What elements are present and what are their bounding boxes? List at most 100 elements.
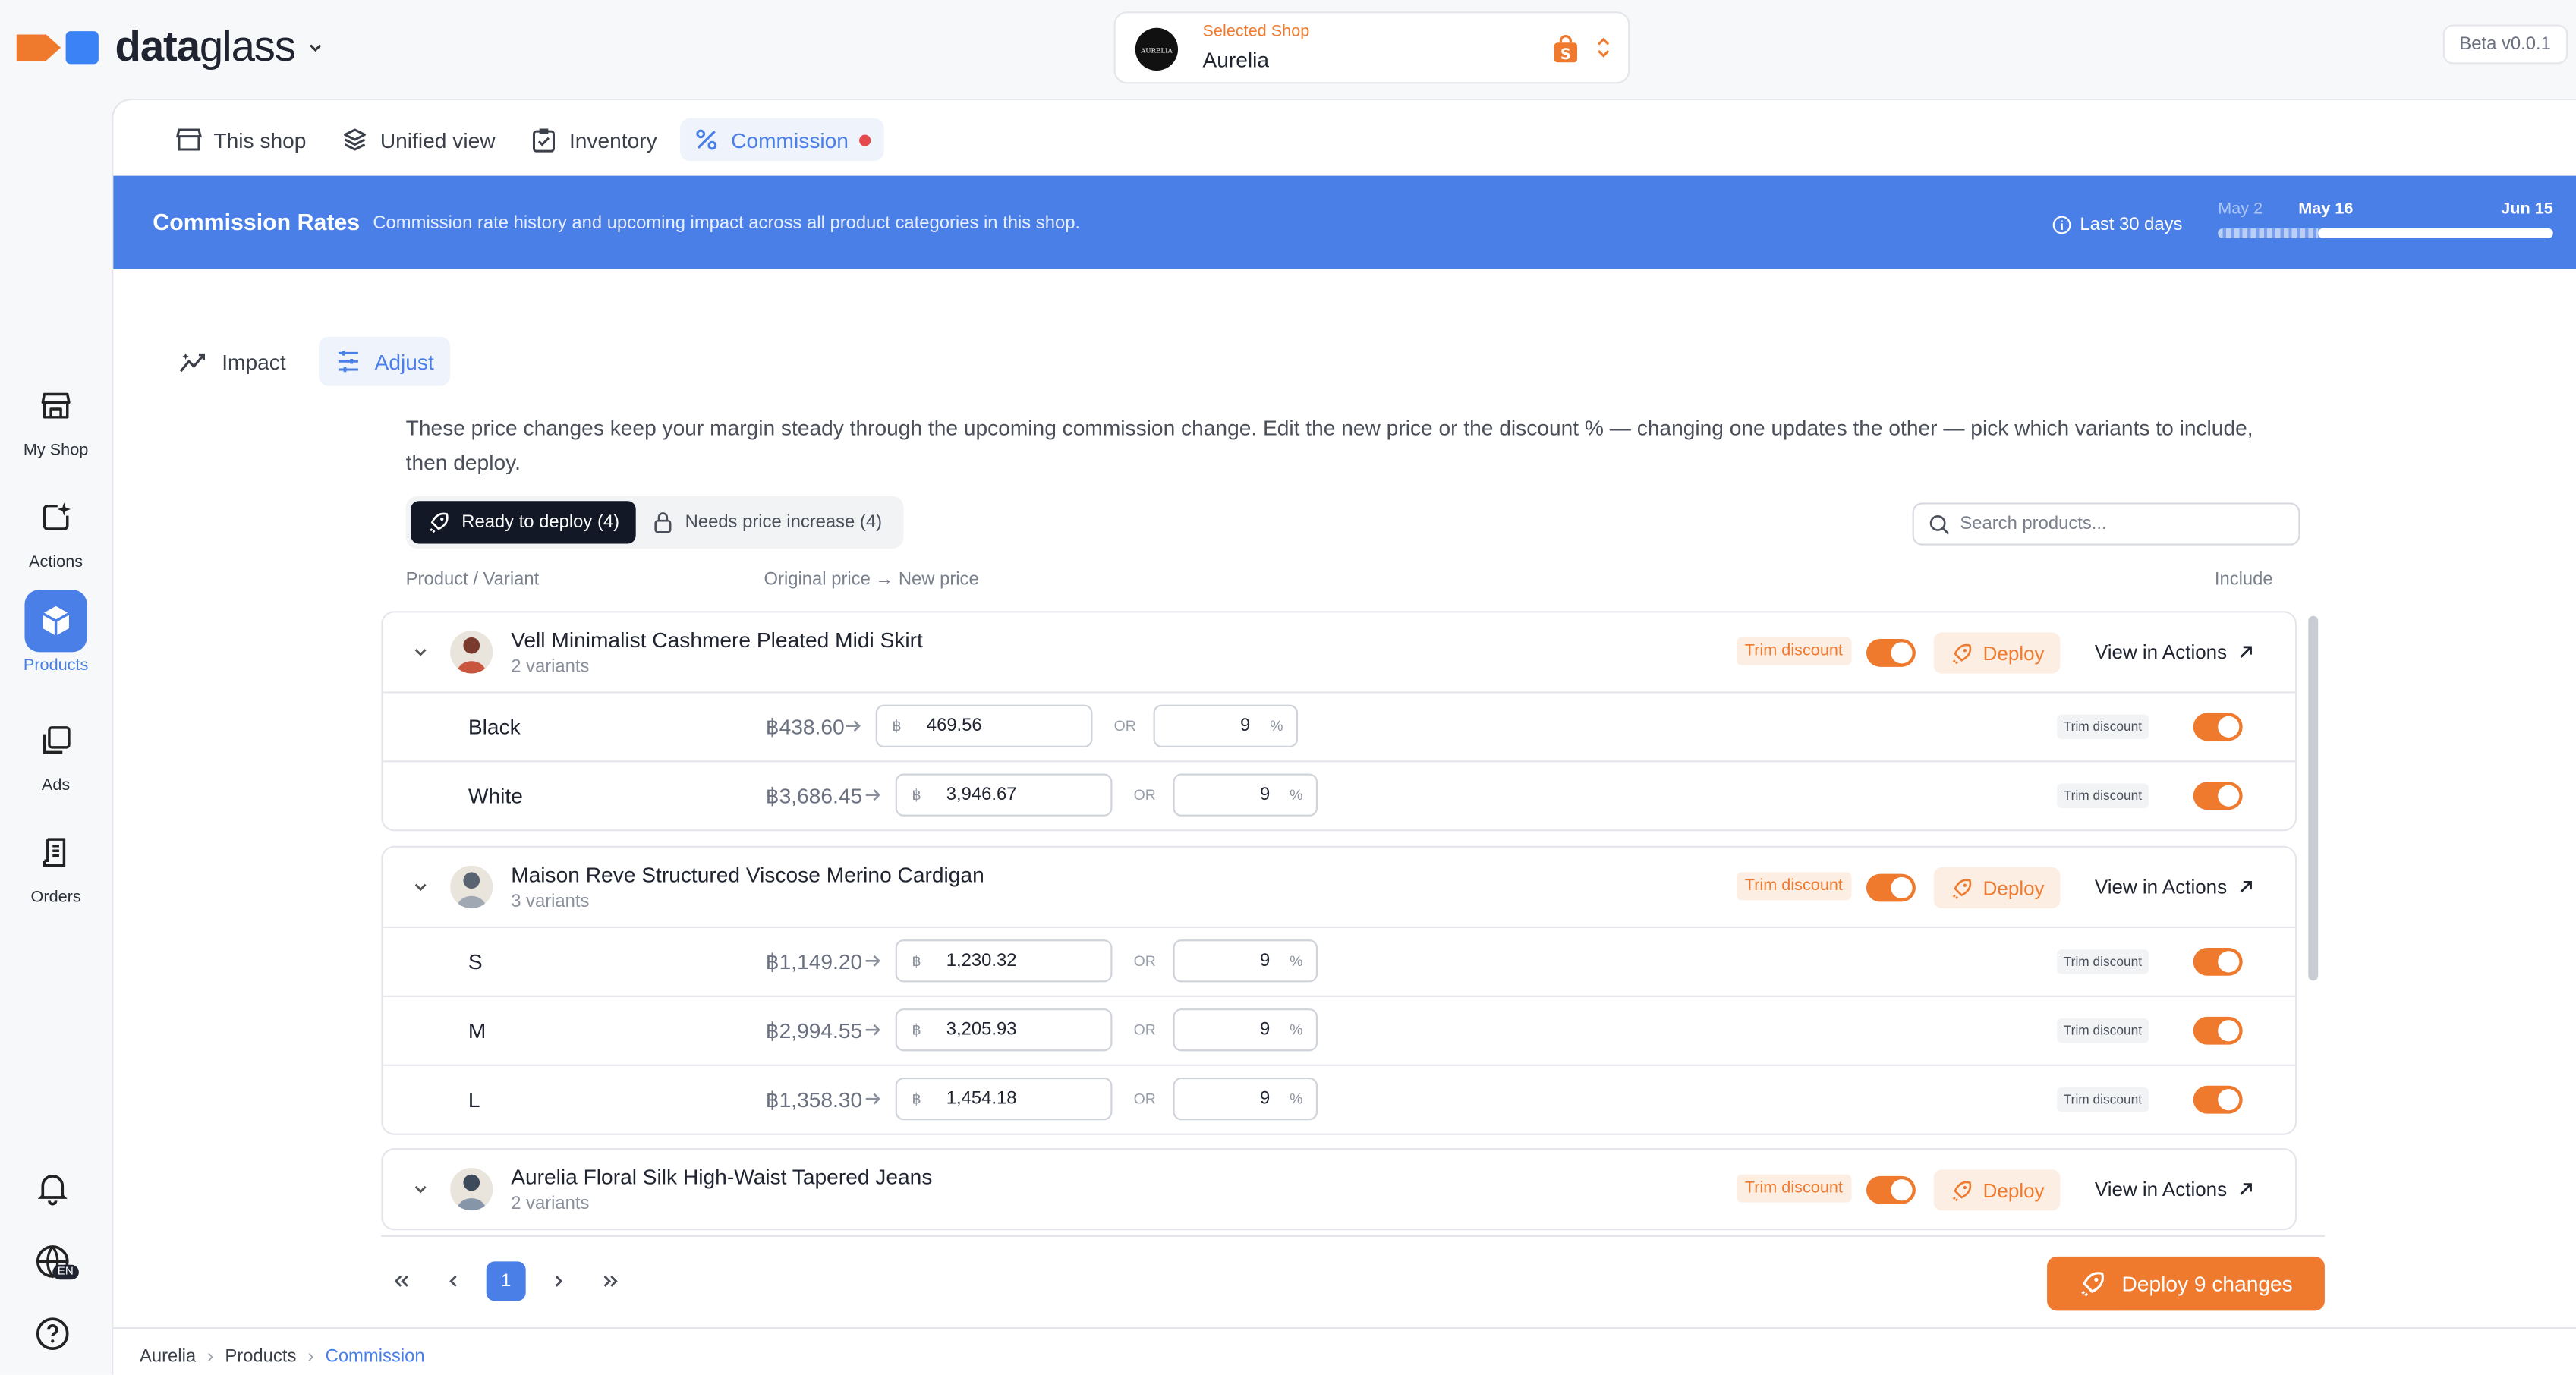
rocket-icon bbox=[2082, 1272, 2105, 1297]
view-in-actions-link[interactable]: View in Actions bbox=[2095, 1178, 2253, 1200]
include-product-toggle[interactable] bbox=[1866, 873, 1916, 902]
product-group-header[interactable]: Vell Minimalist Cashmere Pleated Midi Sk… bbox=[383, 612, 2295, 691]
divider bbox=[381, 1235, 2325, 1237]
version-badge: Beta v0.0.1 bbox=[2442, 24, 2568, 65]
product-thumbnail bbox=[450, 631, 493, 674]
new-price-input[interactable]: ฿ 3,205.93 bbox=[895, 1008, 1113, 1052]
timeline-bar bbox=[2218, 228, 2553, 238]
top-tabs: This shop Unified view Inventory Commiss… bbox=[162, 118, 885, 162]
expand-toggle[interactable] bbox=[411, 642, 430, 662]
include-product-toggle[interactable] bbox=[1866, 639, 1916, 667]
language-switcher[interactable]: EN bbox=[33, 1241, 82, 1284]
new-price-input[interactable]: ฿ 1,454.18 bbox=[895, 1077, 1113, 1121]
column-header-product: Product / Variant bbox=[405, 570, 540, 590]
shop-selector[interactable]: AURELIA Selected Shop Aurelia S bbox=[1113, 11, 1630, 84]
new-price-input[interactable]: ฿ 469.56 bbox=[875, 704, 1093, 747]
original-price: ฿438.60 bbox=[765, 714, 845, 740]
include-variant-toggle[interactable] bbox=[2193, 782, 2243, 810]
expand-toggle[interactable] bbox=[411, 877, 430, 897]
filter-ready-to-deploy[interactable]: Ready to deploy (4) bbox=[411, 501, 636, 544]
trim-discount-badge: Trim discount bbox=[1736, 1174, 1851, 1203]
trim-discount-tag: Trim discount bbox=[2057, 1018, 2149, 1043]
cube-icon bbox=[42, 606, 70, 636]
product-thumbnail bbox=[450, 1168, 493, 1211]
breadcrumb-shop[interactable]: Aurelia bbox=[140, 1347, 196, 1367]
deploy-all-button[interactable]: Deploy 9 changes bbox=[2047, 1256, 2325, 1311]
subtab-adjust[interactable]: Adjust bbox=[318, 336, 451, 386]
view-in-actions-link[interactable]: View in Actions bbox=[2095, 876, 2253, 898]
tab-commission[interactable]: Commission bbox=[680, 118, 885, 162]
include-product-toggle[interactable] bbox=[1866, 1175, 1916, 1204]
nav-label: Actions bbox=[29, 553, 83, 572]
help-icon[interactable] bbox=[33, 1314, 72, 1354]
product-group-header[interactable]: Maison Reve Structured Viscose Merino Ca… bbox=[383, 848, 2295, 927]
layers-copy-icon bbox=[43, 726, 71, 754]
last-page-button[interactable] bbox=[591, 1261, 631, 1301]
chevron-down-icon[interactable] bbox=[305, 37, 325, 57]
price-arrow bbox=[864, 1021, 883, 1038]
logo-mark-icon bbox=[16, 30, 99, 64]
include-variant-toggle[interactable] bbox=[2193, 1016, 2243, 1045]
receipt-icon bbox=[43, 838, 66, 867]
subtab-impact[interactable]: Impact bbox=[162, 337, 302, 386]
original-price: ฿1,149.20 bbox=[765, 949, 863, 974]
next-page-button[interactable] bbox=[539, 1261, 578, 1301]
list-scrollbar[interactable] bbox=[2308, 615, 2319, 981]
variant-row: L ฿1,358.30 ฿ 1,454.18 OR 9 % Trim disco… bbox=[383, 1064, 2295, 1134]
search-input[interactable] bbox=[1960, 514, 2272, 534]
chevron-updown-icon bbox=[1598, 37, 1610, 58]
percent-symbol: % bbox=[1290, 952, 1303, 970]
product-search[interactable] bbox=[1912, 502, 2300, 546]
nav-item-ads[interactable]: Ads bbox=[0, 710, 112, 795]
subtab-label: Impact bbox=[222, 348, 286, 374]
discount-input[interactable]: 9 % bbox=[1173, 939, 1318, 983]
trim-discount-badge: Trim discount bbox=[1736, 637, 1851, 665]
new-price-input[interactable]: ฿ 1,230.32 bbox=[895, 939, 1113, 983]
nav-label: Ads bbox=[41, 776, 71, 795]
clipboard-icon bbox=[533, 128, 556, 153]
external-arrow-icon bbox=[2239, 646, 2251, 658]
breadcrumb-products[interactable]: Products bbox=[225, 1347, 296, 1367]
deploy-product-button[interactable]: Deploy bbox=[1933, 867, 2061, 909]
percent-icon bbox=[696, 129, 717, 150]
breadcrumb: Aurelia › Products › Commission bbox=[140, 1347, 425, 1367]
tab-unified-view[interactable]: Unified view bbox=[329, 118, 509, 161]
timeline-end: Jun 15 bbox=[2501, 200, 2553, 219]
filter-label: Ready to deploy (4) bbox=[461, 512, 620, 533]
product-group-header[interactable]: Aurelia Floral Silk High-Waist Tapered J… bbox=[383, 1150, 2295, 1229]
discount-input[interactable]: 9 % bbox=[1173, 773, 1318, 817]
percent-symbol: % bbox=[1290, 1090, 1303, 1107]
chevron-down-icon bbox=[414, 883, 427, 892]
tab-this-shop[interactable]: This shop bbox=[162, 118, 319, 161]
variant-row: Black ฿438.60 ฿ 469.56 OR 9 % Trim disco… bbox=[383, 691, 2295, 760]
brand-logo[interactable]: dataglass bbox=[16, 21, 325, 72]
view-in-actions-link[interactable]: View in Actions bbox=[2095, 640, 2253, 663]
tab-inventory[interactable]: Inventory bbox=[518, 118, 670, 161]
include-variant-toggle[interactable] bbox=[2193, 713, 2243, 741]
discount-input[interactable]: 9 % bbox=[1173, 1077, 1318, 1121]
discount-input[interactable]: 9 % bbox=[1153, 704, 1299, 747]
deploy-product-button[interactable]: Deploy bbox=[1933, 1169, 2061, 1211]
new-price-input[interactable]: ฿ 3,946.67 bbox=[895, 773, 1113, 817]
page-number-button[interactable]: 1 bbox=[486, 1261, 526, 1301]
trim-discount-tag: Trim discount bbox=[2057, 714, 2149, 740]
discount-input[interactable]: 9 % bbox=[1173, 1008, 1318, 1052]
prev-page-button[interactable] bbox=[433, 1261, 473, 1301]
nav-item-orders[interactable]: Orders bbox=[0, 821, 112, 907]
bell-icon[interactable] bbox=[33, 1168, 72, 1207]
percent-symbol: % bbox=[1290, 786, 1303, 804]
nav-item-my-shop[interactable]: My Shop bbox=[0, 375, 112, 460]
trim-discount-badge: Trim discount bbox=[1736, 872, 1851, 901]
expand-toggle[interactable] bbox=[411, 1179, 430, 1199]
deploy-all-label: Deploy 9 changes bbox=[2121, 1271, 2293, 1296]
first-page-button[interactable] bbox=[381, 1261, 420, 1301]
include-variant-toggle[interactable] bbox=[2193, 1085, 2243, 1114]
deploy-product-button[interactable]: Deploy bbox=[1933, 632, 2061, 674]
filter-needs-price-increase[interactable]: Needs price increase (4) bbox=[636, 501, 899, 543]
nav-item-actions[interactable]: Actions bbox=[0, 486, 112, 572]
column-header-price: Original price → New price bbox=[764, 570, 979, 590]
date-range-button[interactable]: Last 30 days bbox=[2052, 216, 2182, 235]
nav-item-products[interactable]: Products bbox=[0, 590, 112, 675]
include-variant-toggle[interactable] bbox=[2193, 947, 2243, 976]
adjust-description: These price changes keep your margin ste… bbox=[405, 415, 2253, 475]
